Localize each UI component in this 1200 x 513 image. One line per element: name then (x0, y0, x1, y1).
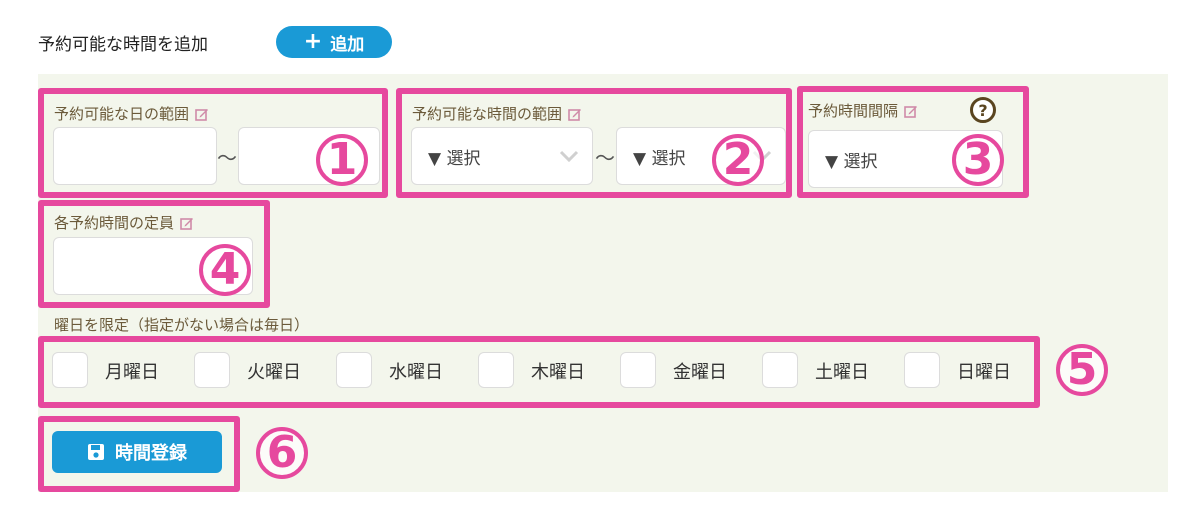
weekday-name-fri: 金曜日 (673, 362, 727, 383)
plus-icon: + (303, 29, 323, 54)
date-range-separator: ～ (217, 146, 237, 170)
time-range-start-select[interactable]: ▼ 選択 (411, 127, 593, 185)
chevron-down-icon (559, 150, 579, 163)
callout-5: 5 (1056, 344, 1108, 396)
weekday-name-mon: 月曜日 (105, 362, 159, 383)
callout-3: 3 (952, 134, 1004, 186)
help-icon[interactable]: ? (970, 97, 996, 123)
edit-icon (568, 108, 582, 121)
callout-4: 4 (199, 244, 251, 296)
weekday-name-tue: 火曜日 (247, 362, 301, 383)
time-range-separator: ～ (595, 146, 615, 170)
add-button[interactable]: + 追加 (276, 26, 392, 58)
weekday-checkbox-tue[interactable] (194, 352, 230, 388)
interval-label: 予約時間間隔 (808, 100, 918, 121)
edit-icon (195, 108, 209, 121)
weekday-checkbox-sat[interactable] (762, 352, 798, 388)
time-range-label: 予約可能な時間の範囲 (412, 103, 582, 124)
save-time-button[interactable]: 時間登録 (52, 431, 222, 473)
date-range-start-input[interactable] (53, 127, 217, 185)
weekday-name-sun: 日曜日 (957, 362, 1011, 383)
weekday-name-thu: 木曜日 (531, 362, 585, 383)
weekday-checkbox-sun[interactable] (904, 352, 940, 388)
weekday-checkbox-wed[interactable] (336, 352, 372, 388)
callout-1: 1 (316, 134, 368, 186)
weekday-label: 曜日を限定（指定がない場合は毎日） (54, 316, 310, 334)
page-title: 予約可能な時間を追加 (38, 35, 208, 55)
callout-2: 2 (712, 134, 764, 186)
weekday-checkbox-fri[interactable] (620, 352, 656, 388)
callout-6: 6 (256, 427, 308, 479)
edit-icon (904, 105, 918, 118)
weekday-name-wed: 水曜日 (389, 362, 443, 383)
edit-icon (180, 217, 194, 230)
weekday-checkbox-thu[interactable] (478, 352, 514, 388)
floppy-disk-icon (88, 444, 104, 460)
weekday-name-sat: 土曜日 (815, 362, 869, 383)
capacity-label: 各予約時間の定員 (54, 212, 194, 233)
date-range-label: 予約可能な日の範囲 (54, 103, 209, 124)
add-button-label: 追加 (330, 34, 365, 55)
weekday-checkbox-mon[interactable] (52, 352, 88, 388)
save-time-button-label: 時間登録 (115, 443, 187, 464)
